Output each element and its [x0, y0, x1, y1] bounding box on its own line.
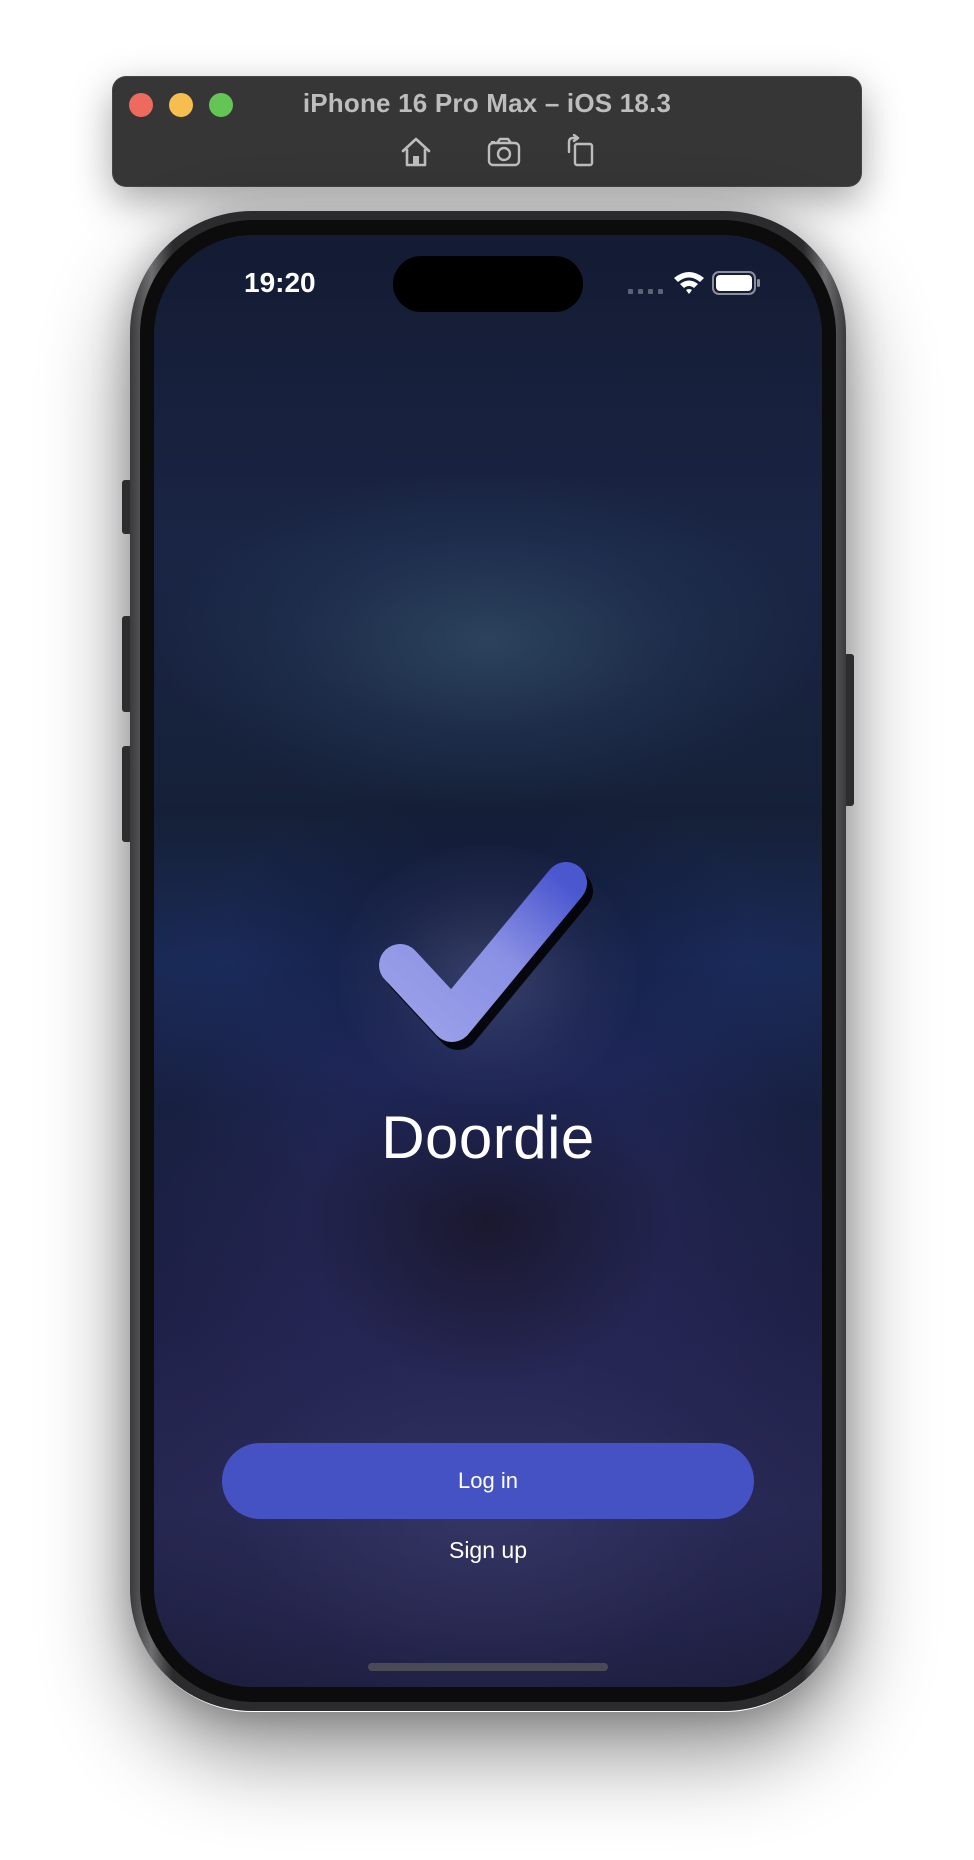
dynamic-island [393, 256, 583, 312]
signal-icon [628, 289, 663, 294]
login-button[interactable]: Log in [222, 1443, 754, 1519]
login-button-label: Log in [458, 1468, 518, 1493]
camera-icon[interactable] [486, 134, 522, 170]
simulator-tools [112, 133, 862, 170]
simulator-toolbar: iPhone 16 Pro Max – iOS 18.3 [112, 76, 862, 187]
signup-link[interactable]: Sign up [154, 1537, 822, 1564]
checkmark-icon [379, 862, 593, 1050]
simulator-title: iPhone 16 Pro Max – iOS 18.3 [302, 88, 672, 118]
signup-link-label: Sign up [448, 1537, 527, 1563]
home-icon[interactable] [398, 134, 434, 170]
home-indicator[interactable] [368, 1663, 608, 1671]
phone-screen: 19:20 Doordie Log in Sign up [154, 235, 822, 1687]
wifi-icon [674, 272, 704, 294]
status-time: 19:20 [244, 267, 316, 298]
rotate-icon[interactable] [563, 133, 599, 170]
app-title: Doordie [381, 1104, 595, 1171]
battery-icon [712, 271, 760, 295]
simulator-stage: iPhone 16 Pro Max – iOS 18.3 19:20 Doord… [0, 0, 974, 1860]
